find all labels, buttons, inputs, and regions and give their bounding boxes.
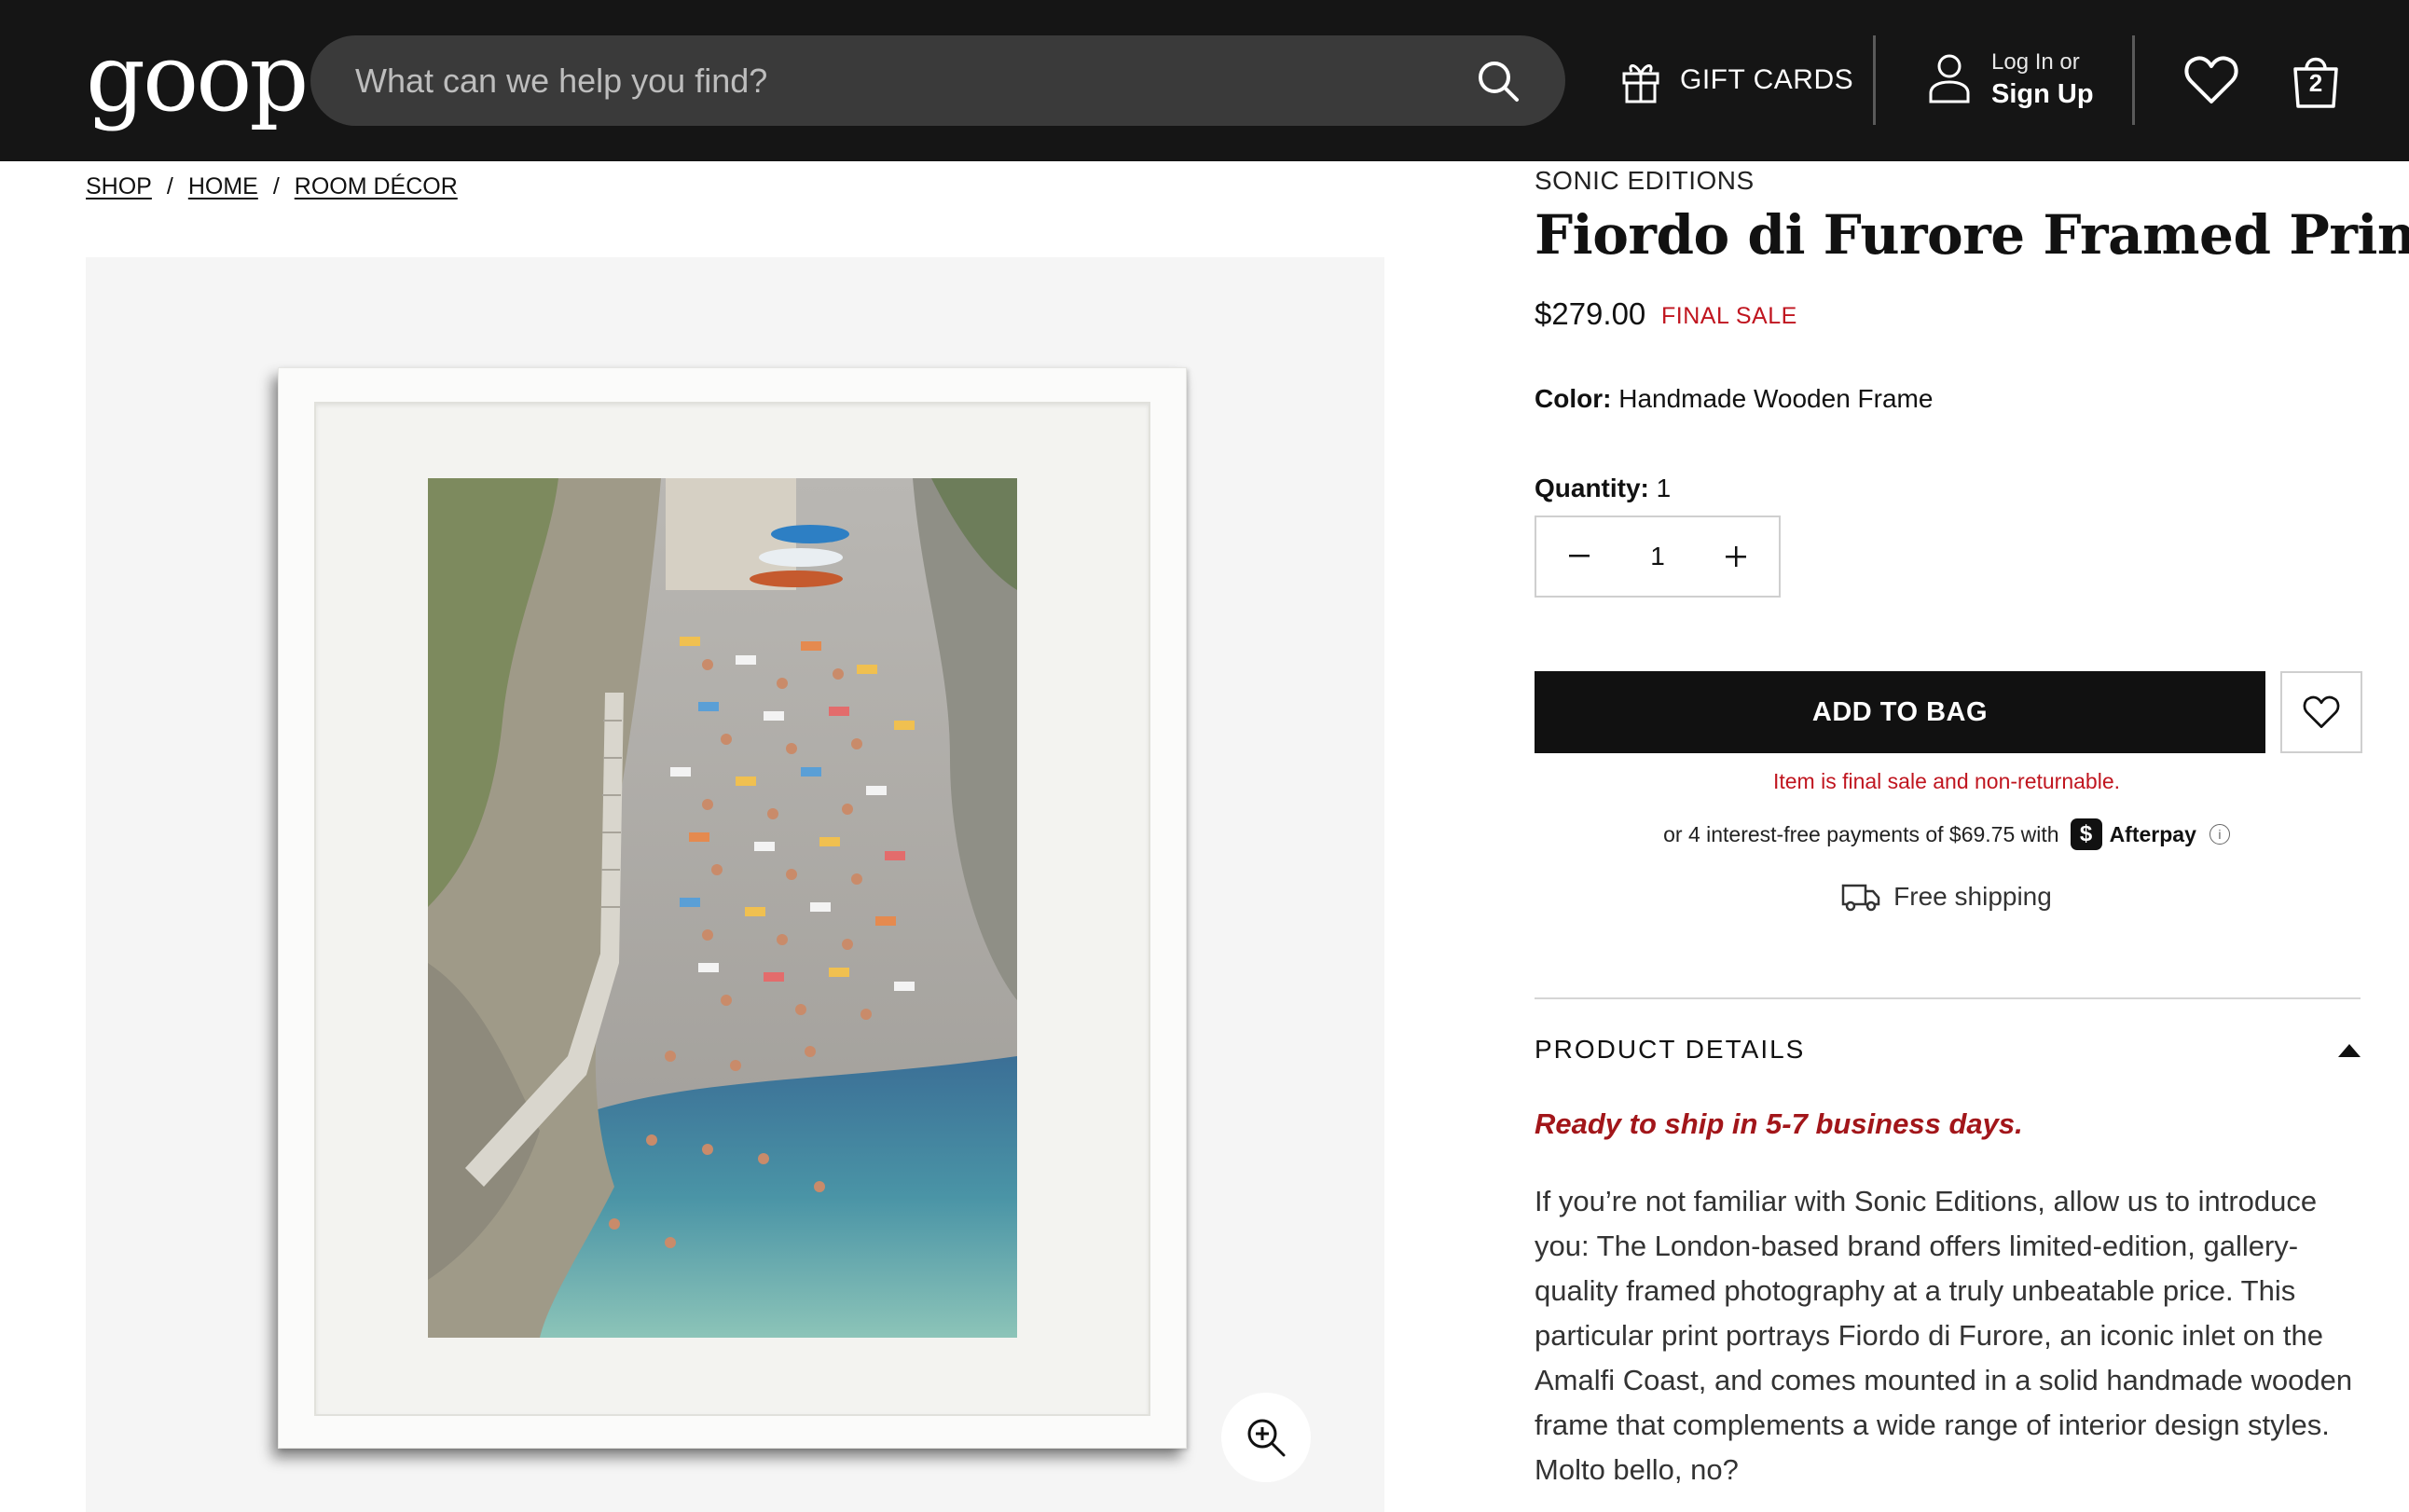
product-description: If you’re not familiar with Sonic Editio… [1535, 1185, 2353, 1486]
afterpay-message: or 4 interest-free payments of $69.75 wi… [1535, 818, 2359, 850]
truck-icon [1841, 884, 1880, 912]
product-details-toggle[interactable]: PRODUCT DETAILS [1535, 1035, 1805, 1065]
afterpay-text: or 4 interest-free payments of $69.75 wi… [1663, 821, 2059, 846]
search-icon[interactable] [1472, 55, 1524, 107]
gift-icon [1622, 64, 1659, 103]
quantity-row: Quantity: 1 [1535, 474, 1671, 503]
product-price: $279.00 [1535, 296, 1646, 331]
gift-cards-link[interactable]: GIFT CARDS [1620, 54, 1853, 106]
minus-icon [1569, 555, 1590, 557]
product-title: Fiordo di Furore Framed Print [1535, 203, 2409, 267]
framed-print-image [278, 367, 1187, 1449]
heart-icon [2303, 695, 2340, 728]
final-sale-notice: Item is final sale and non-returnable. [1772, 769, 2121, 793]
color-label: Color: [1535, 384, 1612, 413]
breadcrumb-home[interactable]: HOME [188, 173, 258, 200]
product-brand[interactable]: SONIC EDITIONS [1535, 166, 1755, 196]
section-divider [1535, 997, 2361, 999]
top-navigation-bar: goop GIFT CARDS Log In or Sign Up [0, 0, 2409, 161]
search-bar[interactable] [310, 35, 1565, 126]
afterpay-logo-icon: $ [2070, 818, 2102, 850]
print-mat [314, 402, 1150, 1416]
zoom-button[interactable] [1221, 1393, 1311, 1482]
increase-quantity-button[interactable] [1715, 536, 1756, 577]
login-label: Log In or [1991, 49, 2080, 75]
quantity-label: Quantity: [1535, 474, 1649, 502]
color-selector: Color: Handmade Wooden Frame [1535, 384, 1933, 414]
gift-cards-label: GIFT CARDS [1680, 64, 1854, 95]
user-icon [1929, 54, 1970, 103]
shipping-label: Free shipping [1893, 882, 2052, 911]
quantity-stepper: 1 [1535, 515, 1781, 598]
header-divider [1873, 35, 1876, 125]
quantity-input[interactable]: 1 [1650, 542, 1665, 571]
zoom-in-icon [1247, 1419, 1286, 1457]
breadcrumb-separator: / [166, 173, 173, 199]
collapse-arrow-icon[interactable] [2338, 1044, 2361, 1057]
ready-to-ship-note: Ready to ship in 5-7 business days. [1535, 1107, 2023, 1140]
product-image-gallery [86, 257, 1384, 1512]
quantity-value: 1 [1656, 474, 1672, 502]
decrease-quantity-button[interactable] [1559, 536, 1600, 577]
goop-logo[interactable]: goop [86, 13, 309, 144]
breadcrumb-shop[interactable]: SHOP [86, 173, 152, 200]
info-icon[interactable]: i [2209, 824, 2230, 845]
search-input[interactable] [355, 35, 1427, 126]
afterpay-name: Afterpay [2109, 821, 2196, 846]
add-to-wishlist-button[interactable] [2280, 671, 2362, 753]
free-shipping-message: Free shipping [1535, 882, 2359, 912]
add-to-bag-button[interactable]: ADD TO BAG [1535, 671, 2265, 753]
beach-photo [428, 478, 1017, 1338]
plus-icon [1725, 546, 1746, 567]
breadcrumb-room-decor[interactable]: ROOM DÉCOR [295, 173, 458, 200]
wishlist-heart-icon[interactable] [2183, 54, 2239, 106]
bag-count: 2 [2308, 69, 2323, 97]
header-divider [2132, 35, 2135, 125]
login-signup-link[interactable]: Log In or Sign Up [1928, 47, 2094, 110]
breadcrumb: SHOP / HOME / ROOM DÉCOR [86, 173, 458, 200]
final-sale-badge: FINAL SALE [1661, 303, 1797, 329]
signup-label: Sign Up [1991, 79, 2094, 109]
color-value: Handmade Wooden Frame [1618, 384, 1934, 413]
breadcrumb-separator: / [272, 173, 280, 199]
